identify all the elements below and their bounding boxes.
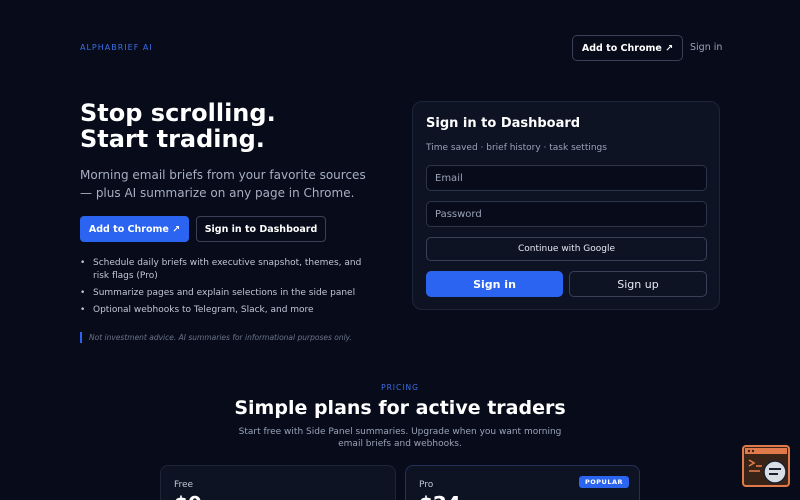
plan-card-pro: Pro $24 POPULAR [405, 465, 640, 500]
header-sign-in-link[interactable]: Sign in [690, 42, 722, 53]
popular-badge: POPULAR [578, 476, 629, 488]
disclaimer: Not investment advice. AI summaries for … [80, 332, 352, 343]
plan-card-free: Free $0 [160, 465, 396, 500]
plan-name: Free [174, 480, 194, 490]
feature-item: Schedule daily briefs with executive sna… [80, 257, 380, 283]
brand-logo[interactable]: ALPHABRIEF AI [80, 43, 153, 52]
signin-card-title: Sign in to Dashboard [426, 116, 581, 131]
pricing-subtitle: Start free with Side Panel summaries. Up… [238, 427, 562, 449]
terminal-chat-icon-graphic [745, 448, 787, 484]
sign-in-button[interactable]: Sign in [426, 271, 563, 297]
password-field[interactable]: Password [426, 201, 707, 227]
signin-card: Sign in to Dashboard Time saved · brief … [412, 101, 720, 310]
plan-price: $0 [174, 492, 202, 500]
plan-name: Pro [419, 480, 434, 490]
feature-item: Summarize pages and explain selections i… [80, 287, 380, 300]
hero-title-line-2: Start trading. [80, 125, 265, 153]
continue-with-google-button[interactable]: Continue with Google [426, 237, 707, 261]
hero-subtitle: Morning email briefs from your favorite … [80, 168, 366, 200]
add-to-chrome-button[interactable]: Add to Chrome ↗ [80, 216, 189, 242]
pricing-title: Simple plans for active traders [234, 397, 566, 419]
feature-list: Schedule daily briefs with executive sna… [80, 257, 380, 321]
pricing-eyebrow: PRICING [381, 383, 419, 392]
email-field[interactable]: Email [426, 165, 707, 191]
feature-item: Optional webhooks to Telegram, Slack, an… [80, 304, 380, 317]
signin-card-subtitle: Time saved · brief history · task settin… [426, 143, 607, 153]
sign-up-button[interactable]: Sign up [569, 271, 707, 297]
sign-in-dashboard-button[interactable]: Sign in to Dashboard [196, 216, 326, 242]
hero-title-line-1: Stop scrolling. [80, 99, 276, 127]
hero-title: Stop scrolling. Start trading. [80, 100, 276, 152]
terminal-chat-icon[interactable] [742, 445, 790, 487]
header-add-to-chrome-button[interactable]: Add to Chrome ↗ [572, 35, 683, 61]
plan-price: $24 [419, 492, 461, 500]
